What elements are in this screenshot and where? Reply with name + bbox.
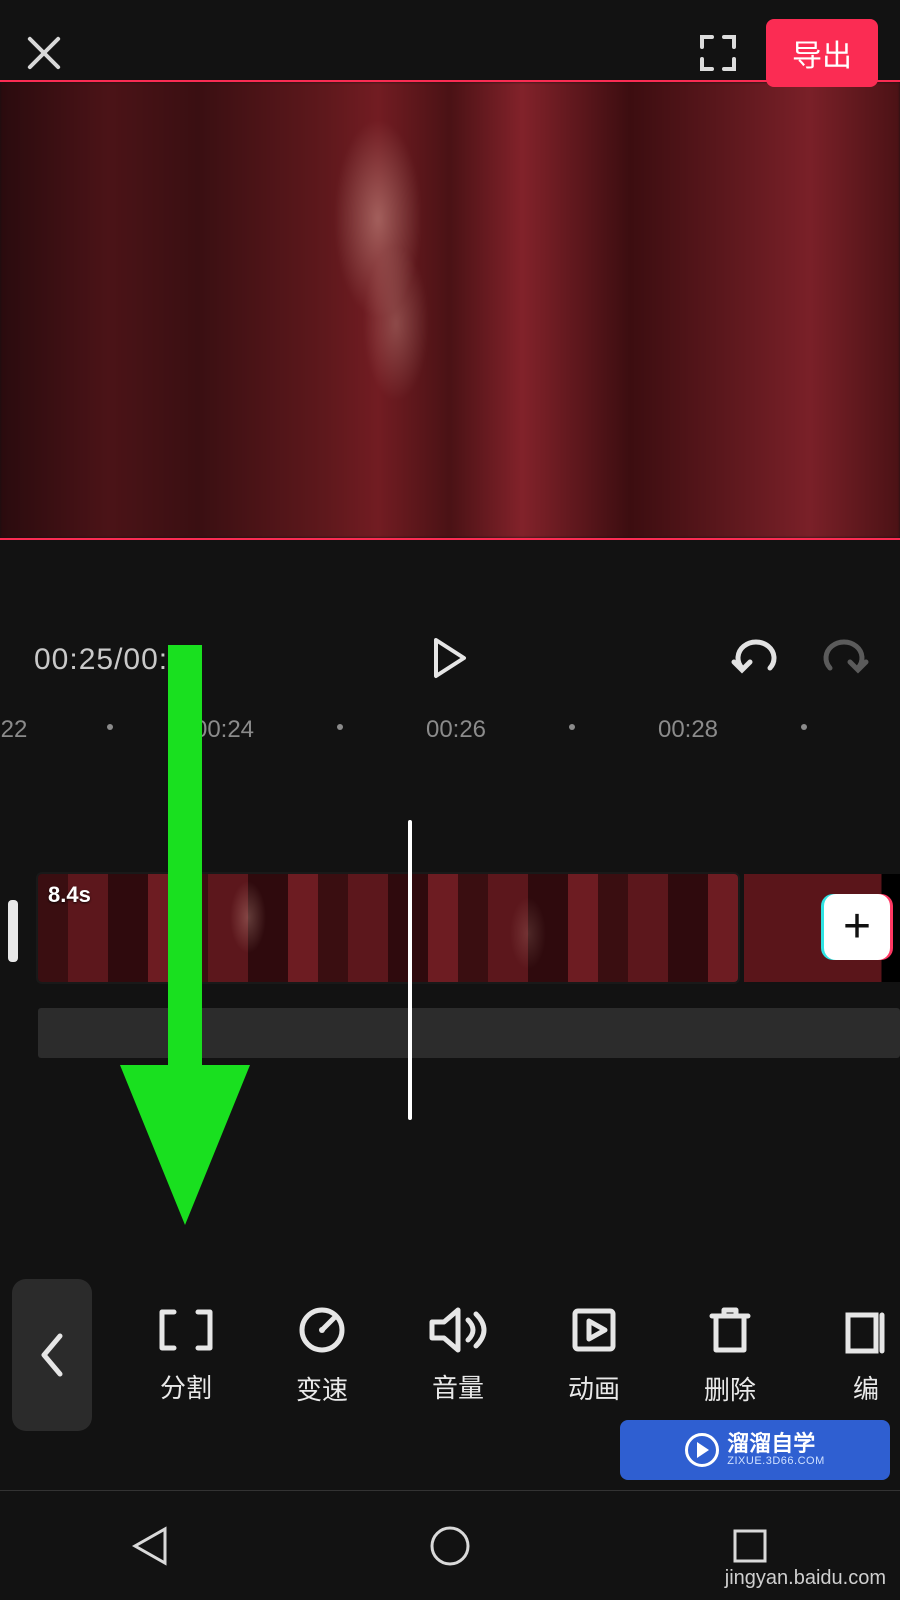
tool-edit[interactable]: 编 xyxy=(826,1305,900,1406)
watermark-brand-sub: ZIXUE.3D66.COM xyxy=(727,1455,824,1467)
timecode-label: 00:25/00: xyxy=(34,643,168,677)
watermark-brand: 溜溜自学 ZIXUE.3D66.COM xyxy=(620,1420,890,1480)
ruler-tick: 00:28 xyxy=(658,716,718,744)
ruler-dot xyxy=(569,724,575,730)
undo-button[interactable] xyxy=(730,638,780,683)
ruler-tick: 22 xyxy=(1,716,28,744)
nav-back-button[interactable] xyxy=(120,1516,180,1576)
tool-speed[interactable]: 变速 xyxy=(282,1304,362,1407)
ruler-tick: 00:24 xyxy=(194,716,254,744)
video-preview[interactable] xyxy=(0,80,900,540)
watermark-source: jingyan.baidu.com xyxy=(725,1567,886,1590)
nav-home-button[interactable] xyxy=(420,1516,480,1576)
plus-icon: + xyxy=(843,913,871,942)
tool-label: 分割 xyxy=(160,1368,212,1405)
tool-label: 音量 xyxy=(432,1368,484,1405)
tool-delete[interactable]: 删除 xyxy=(690,1304,770,1407)
watermark-brand-text: 溜溜自学 xyxy=(727,1433,824,1455)
audio-lane[interactable] xyxy=(38,1008,900,1058)
edit-toolbar: 分割 变速 音量 xyxy=(0,1270,900,1440)
export-button[interactable]: 导出 xyxy=(766,19,878,87)
redo-button[interactable] xyxy=(820,638,870,683)
timeline[interactable]: 8.4s + xyxy=(0,820,900,1140)
ruler-dot xyxy=(801,724,807,730)
clip-duration-label: 8.4s xyxy=(48,882,91,908)
time-ruler[interactable]: 22 00:24 00:26 00:28 xyxy=(0,710,900,750)
tool-split[interactable]: 分割 xyxy=(146,1306,226,1405)
transport-bar: 00:25/00: xyxy=(0,620,900,700)
ruler-dot xyxy=(337,724,343,730)
tool-volume[interactable]: 音量 xyxy=(418,1306,498,1405)
preview-frame xyxy=(0,82,900,538)
ruler-dot xyxy=(107,724,113,730)
fullscreen-icon[interactable] xyxy=(696,31,740,75)
play-button[interactable] xyxy=(430,636,470,685)
ruler-tick: 00:26 xyxy=(426,716,486,744)
close-button[interactable] xyxy=(22,31,66,75)
tool-animation[interactable]: 动画 xyxy=(554,1305,634,1406)
top-right-group: 导出 xyxy=(696,19,878,87)
tool-label: 变速 xyxy=(296,1370,348,1407)
tool-label: 删除 xyxy=(704,1370,756,1407)
add-clip-button[interactable]: + xyxy=(824,894,890,960)
top-bar: 导出 xyxy=(0,18,900,88)
clip-left-handle[interactable] xyxy=(8,900,18,962)
video-clip[interactable]: 8.4s xyxy=(38,874,738,982)
toolbar-back-button[interactable] xyxy=(12,1279,92,1431)
playhead[interactable] xyxy=(408,820,412,1120)
tool-label: 动画 xyxy=(568,1369,620,1406)
tool-label: 编 xyxy=(853,1369,879,1406)
watermark-logo-icon xyxy=(685,1433,719,1467)
